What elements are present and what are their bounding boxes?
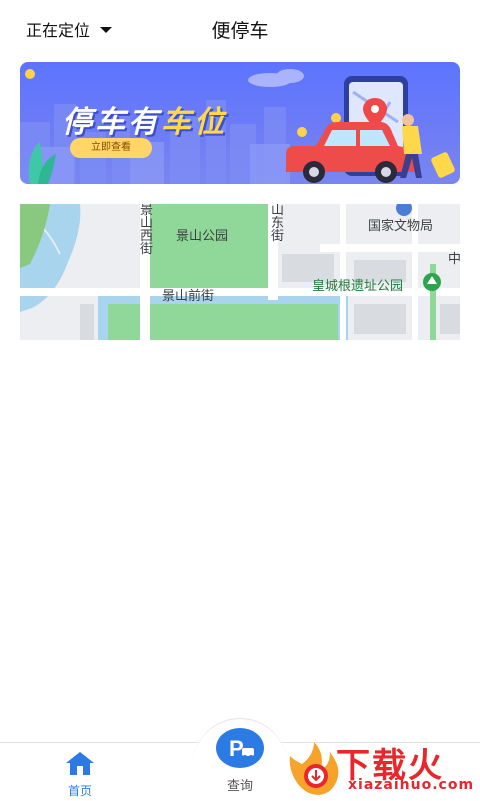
- page-title: 便停车: [211, 20, 269, 42]
- map-label-jingshan-east: 山东街: [271, 204, 285, 244]
- map-label-huangcheng-park: 皇城根遗址公园: [312, 279, 404, 294]
- map-view[interactable]: 景山公园 景山西街 山东街 国家文物局 皇城根遗址公园 景山前街 中: [20, 204, 460, 340]
- banner-title-part1: 停车有: [62, 105, 161, 140]
- map-label-jingshan-west: 景山西街: [140, 204, 154, 257]
- banner-title-part2: 车位: [161, 105, 227, 140]
- map-label-jingshan-park: 景山公园: [176, 229, 229, 244]
- tab-home-label: 首页: [67, 784, 92, 798]
- map-label-jingshan-front: 景山前街: [162, 289, 215, 304]
- banner-title: 停车有车位: [62, 97, 227, 141]
- home-icon: [66, 752, 94, 775]
- parking-query-button[interactable]: P: [216, 728, 264, 768]
- tab-home[interactable]: 首页: [60, 750, 100, 799]
- parking-icon: P: [216, 728, 264, 768]
- map-label-cultural-heritage: 国家文物局: [368, 219, 434, 234]
- parking-glyph: P: [229, 736, 244, 761]
- promo-banner[interactable]: 停车有车位 立即查看: [20, 62, 460, 184]
- map-label-zhong: 中: [448, 252, 460, 267]
- tab-query-label[interactable]: 查询: [210, 775, 270, 794]
- view-now-button[interactable]: 立即查看: [70, 138, 152, 158]
- app-header: 正在定位 便停车: [0, 0, 480, 56]
- watermark-url: xiazaihuo.com: [348, 777, 475, 793]
